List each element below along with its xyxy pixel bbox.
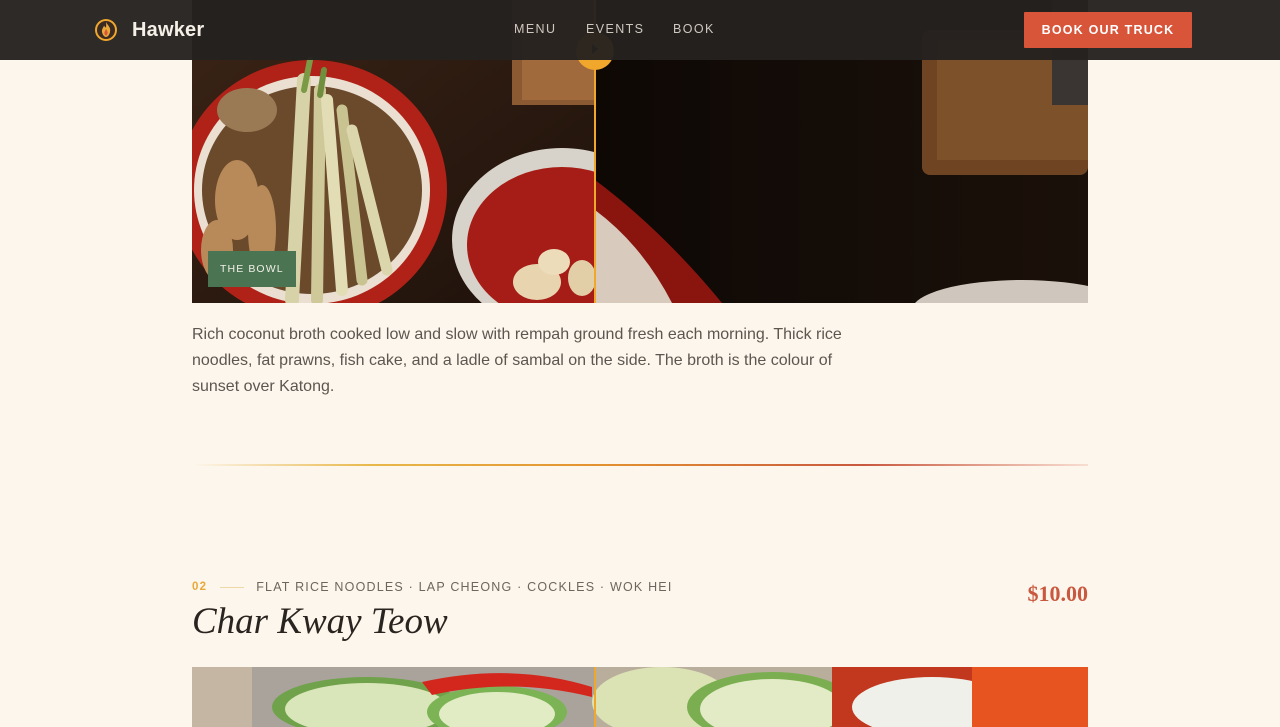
dish-number: 02 <box>192 581 208 593</box>
flame-logo-icon <box>94 18 118 42</box>
dish-photo-2[interactable] <box>192 667 1088 727</box>
dish-title: Char Kway Teow <box>192 601 448 642</box>
dish-meta: 02 FLAT RICE NOODLES · LAP CHEONG · COCK… <box>192 580 673 594</box>
book-our-truck-button[interactable]: BOOK OUR TRUCK <box>1024 12 1192 48</box>
nav-item-book[interactable]: BOOK <box>673 22 733 36</box>
brand-name: Hawker <box>132 18 205 41</box>
site-header: Hawker MENU EVENTS BOOK BOOK OUR TRUCK <box>0 0 1280 60</box>
dish-tags: FLAT RICE NOODLES · LAP CHEONG · COCKLES… <box>256 580 673 594</box>
dish-badge: THE BOWL <box>208 251 296 287</box>
section-divider <box>192 464 1088 466</box>
nav-item-menu[interactable]: MENU <box>514 22 586 36</box>
nav-item-events[interactable]: EVENTS <box>586 22 673 36</box>
dish-price: $10.00 <box>1027 581 1089 606</box>
dish-meta-rule <box>220 586 245 588</box>
main-nav: MENU EVENTS BOOK <box>514 22 733 36</box>
brand-logo-link[interactable]: Hawker <box>94 18 204 42</box>
dish-description: Rich coconut broth cooked low and slow w… <box>192 326 842 395</box>
